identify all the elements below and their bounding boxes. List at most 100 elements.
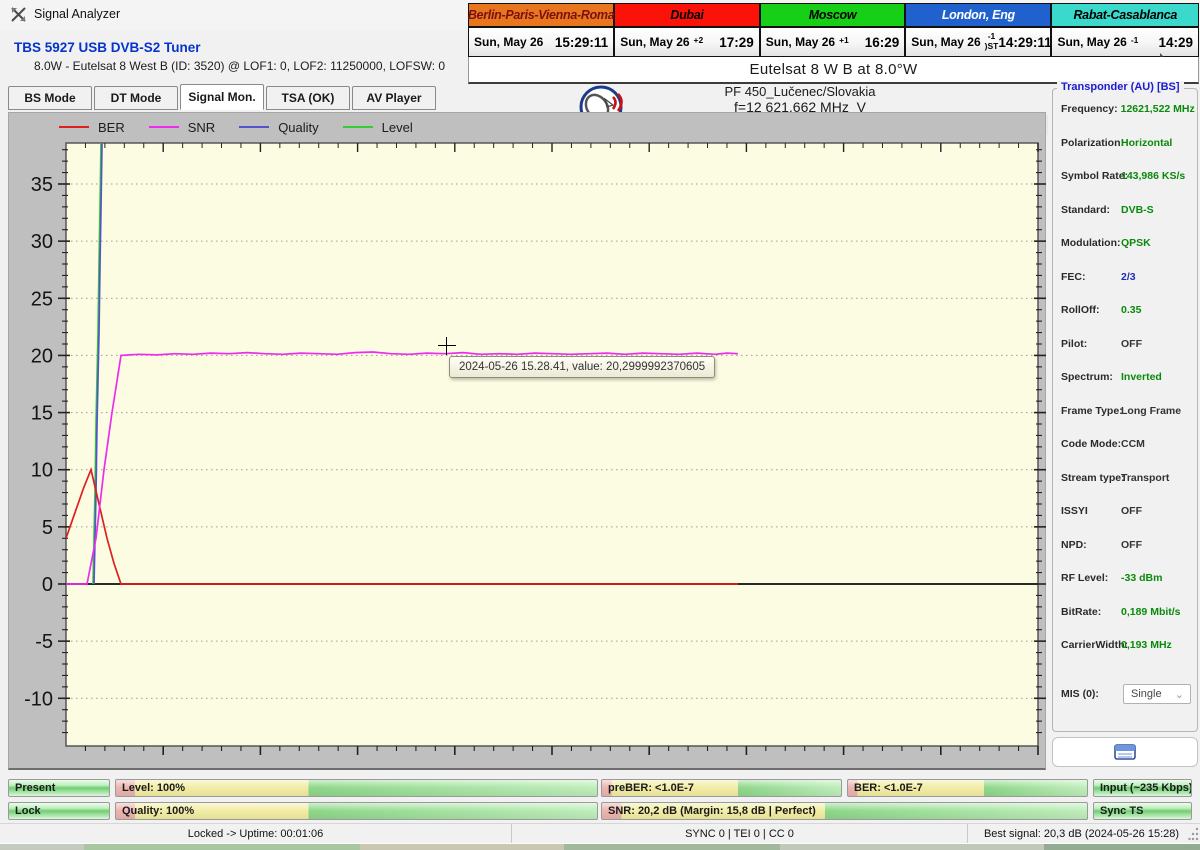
clock-moscow: Moscow Sun, May 26 +1 16:29 xyxy=(760,4,907,56)
ber-bar: BER: <1.0E-7 xyxy=(847,779,1088,797)
svg-text:30: 30 xyxy=(31,231,53,253)
site-label: PF 450_Lučenec/Slovakia xyxy=(724,84,876,99)
tab-av-player[interactable]: AV Player xyxy=(352,86,436,110)
transponder-label: Symbol Rate: xyxy=(1061,170,1129,182)
transponder-row-frequency-: Frequency: 12621,522 MHz xyxy=(1061,103,1195,137)
transponder-value: 12621,522 MHz xyxy=(1120,103,1195,115)
world-clock-panel: Berlin-Paris-Vienna-Roma Sun, May 26 15:29… xyxy=(468,3,1199,57)
clock-time: 16:29 xyxy=(864,34,900,50)
clock-city-label: Berlin-Paris-Vienna-Roma xyxy=(468,4,615,28)
transponder-label: Modulation: xyxy=(1061,237,1121,249)
clock-date: Sun, May 26 xyxy=(765,35,836,49)
transponder-row-frame-type-: Frame Type: Long Frame xyxy=(1061,405,1193,439)
transponder-label: FEC: xyxy=(1061,270,1086,283)
crosshair-icon xyxy=(446,337,447,355)
transponder-value: 0,193 MHz xyxy=(1121,639,1172,651)
clock-time: 15:29:11 xyxy=(554,34,609,50)
transponder-panel: Frequency: 12621,522 MHz Polarization: Hori… xyxy=(1052,88,1198,732)
transponder-label: CarrierWidth: xyxy=(1061,639,1128,651)
mis-dropdown[interactable]: Single ⌄ xyxy=(1123,684,1191,704)
transponder-value: OFF xyxy=(1121,538,1142,551)
clock-london-eng: London, Eng Sun, May 26 -1)ST 14:29:11 xyxy=(906,4,1053,56)
clock-utc-offset: -1 xyxy=(1130,35,1139,45)
transponder-value: -33 dBm xyxy=(1121,572,1163,584)
tab-tsa-ok-[interactable]: TSA (OK) xyxy=(266,86,350,110)
status-bar: Locked -> Uptime: 00:01:06 SYNC 0 | TEI … xyxy=(0,823,1200,843)
clock-utc-offset: -1)ST xyxy=(984,31,999,51)
transponder-label: NPD: xyxy=(1061,538,1087,551)
clock-date: Sun, May 26 xyxy=(474,35,544,49)
transponder-row-npd-: NPD: OFF xyxy=(1061,539,1193,573)
clock-city-label: Moscow xyxy=(760,4,905,28)
window-title: Signal Analyzer xyxy=(34,7,121,21)
transponder-row-symbol-rate-: Symbol Rate: 143,986 KS/s xyxy=(1061,170,1193,204)
transponder-value: 0,189 Mbit/s xyxy=(1121,605,1181,618)
transponder-value: 2/3 xyxy=(1121,270,1136,283)
clock-utc-offset: +1 xyxy=(839,35,849,45)
server-icon xyxy=(1114,744,1136,760)
input-indicator: Input (~235 Kbps) xyxy=(1093,779,1192,797)
clock-city-label: Dubai xyxy=(615,4,759,28)
clock-rabat-casablanca: Rabat-Casablanca Sun, May 26 -1 14:29 xyxy=(1052,4,1198,56)
transponder-label: Frequency: xyxy=(1061,103,1118,115)
transponder-label: Frame Type: xyxy=(1061,404,1123,417)
transponder-value: Horizontal xyxy=(1121,136,1173,149)
preber-bar: preBER: <1.0E-7 xyxy=(601,779,842,797)
transponder-label: ISSYI xyxy=(1061,505,1088,517)
transponder-value: 143,986 KS/s xyxy=(1121,170,1186,182)
transponder-label: RollOff: xyxy=(1061,304,1100,316)
resize-grip[interactable] xyxy=(1188,824,1200,843)
transponder-row-carrierwidth-: CarrierWidth: 0,193 MHz xyxy=(1061,639,1193,673)
status-uptime: Locked -> Uptime: 00:01:06 xyxy=(0,824,512,843)
chevron-down-icon: ⌄ xyxy=(1174,689,1184,701)
status-sync-counters: SYNC 0 | TEI 0 | CC 0 xyxy=(512,824,968,843)
sync-ts-indicator: Sync TS xyxy=(1093,802,1192,820)
tab-signal-mon-[interactable]: Signal Mon. xyxy=(180,84,264,110)
transponder-value: QPSK xyxy=(1121,237,1151,249)
transponder-row-pilot-: Pilot: OFF xyxy=(1061,338,1193,372)
transponder-label: Stream type: xyxy=(1061,471,1125,484)
tab-bar: BS Mode DT Mode Signal Mon. TSA (OK) AV Play… xyxy=(8,84,438,112)
clock-time-row: Sun, May 26 15:29:11 xyxy=(469,28,614,56)
transponder-label: Standard: xyxy=(1061,203,1111,216)
clock-time-row: Sun, May 26 +1 16:29 xyxy=(760,28,905,56)
tab-bs-mode[interactable]: BS Mode xyxy=(8,86,92,110)
stream-info-button[interactable] xyxy=(1052,737,1198,767)
transponder-label: BitRate: xyxy=(1061,605,1102,618)
status-best-signal: Best signal: 20,3 dB (2024-05-26 15:28) xyxy=(983,827,1180,840)
clock-time-row: Sun, May 26 -1)ST 14:29:11 xyxy=(906,28,1052,56)
transponder-rows: Frequency: 12621,522 MHz Polarization: Hori… xyxy=(1061,103,1195,673)
transponder-row-code-mode-: Code Mode: CCM xyxy=(1061,438,1193,472)
tuner-title: TBS 5927 USB DVB-S2 Tuner xyxy=(14,40,201,55)
transponder-value: Inverted xyxy=(1121,371,1162,383)
transponder-value: OFF xyxy=(1121,505,1142,517)
svg-text:-10: -10 xyxy=(24,688,53,710)
svg-text:-5: -5 xyxy=(35,631,53,653)
transponder-panel-title: Transponder (AU) [BS] xyxy=(1057,81,1184,93)
svg-text:15: 15 xyxy=(31,403,53,425)
clock-time: 14:29 xyxy=(1158,34,1193,50)
transponder-row-rolloff-: RollOff: 0.35 xyxy=(1061,304,1193,338)
transponder-value: DVB-S xyxy=(1121,203,1154,216)
present-indicator: Present xyxy=(8,779,110,797)
svg-text:0: 0 xyxy=(42,574,53,596)
clock-dubai: Dubai Sun, May 26 +2 17:29 xyxy=(615,4,761,56)
satellite-header: Eutelsat 8 W B at 8.0°W xyxy=(468,57,1199,84)
clock-city-label: London, Eng xyxy=(906,4,1051,28)
transponder-row-modulation-: Modulation: QPSK xyxy=(1061,237,1193,271)
clock-date: Sun, May 26 xyxy=(620,35,690,49)
clock-date: Sun, May 26 xyxy=(911,35,981,49)
svg-text:35: 35 xyxy=(31,174,53,196)
transponder-row-rf-level-: RF Level: -33 dBm xyxy=(1061,572,1193,606)
clock-berlin-paris-vienna-roma: Berlin-Paris-Vienna-Roma Sun, May 26 15:29… xyxy=(468,4,616,56)
mis-value: Single xyxy=(1131,688,1162,700)
signal-chart[interactable]: -10 -5 0 5 10 15 20 25 30 35 xyxy=(9,113,1047,769)
tab-dt-mode[interactable]: DT Mode xyxy=(94,86,178,110)
crosshair-icon xyxy=(438,345,456,346)
lock-indicator: Lock xyxy=(8,802,110,820)
clock-date: Sun, May 26 xyxy=(1057,35,1127,49)
transponder-value: OFF xyxy=(1121,337,1142,350)
transponder-value: Long Frame xyxy=(1121,404,1182,417)
background-window-sliver xyxy=(0,843,1200,850)
clock-city-label: Rabat-Casablanca xyxy=(1052,4,1198,28)
